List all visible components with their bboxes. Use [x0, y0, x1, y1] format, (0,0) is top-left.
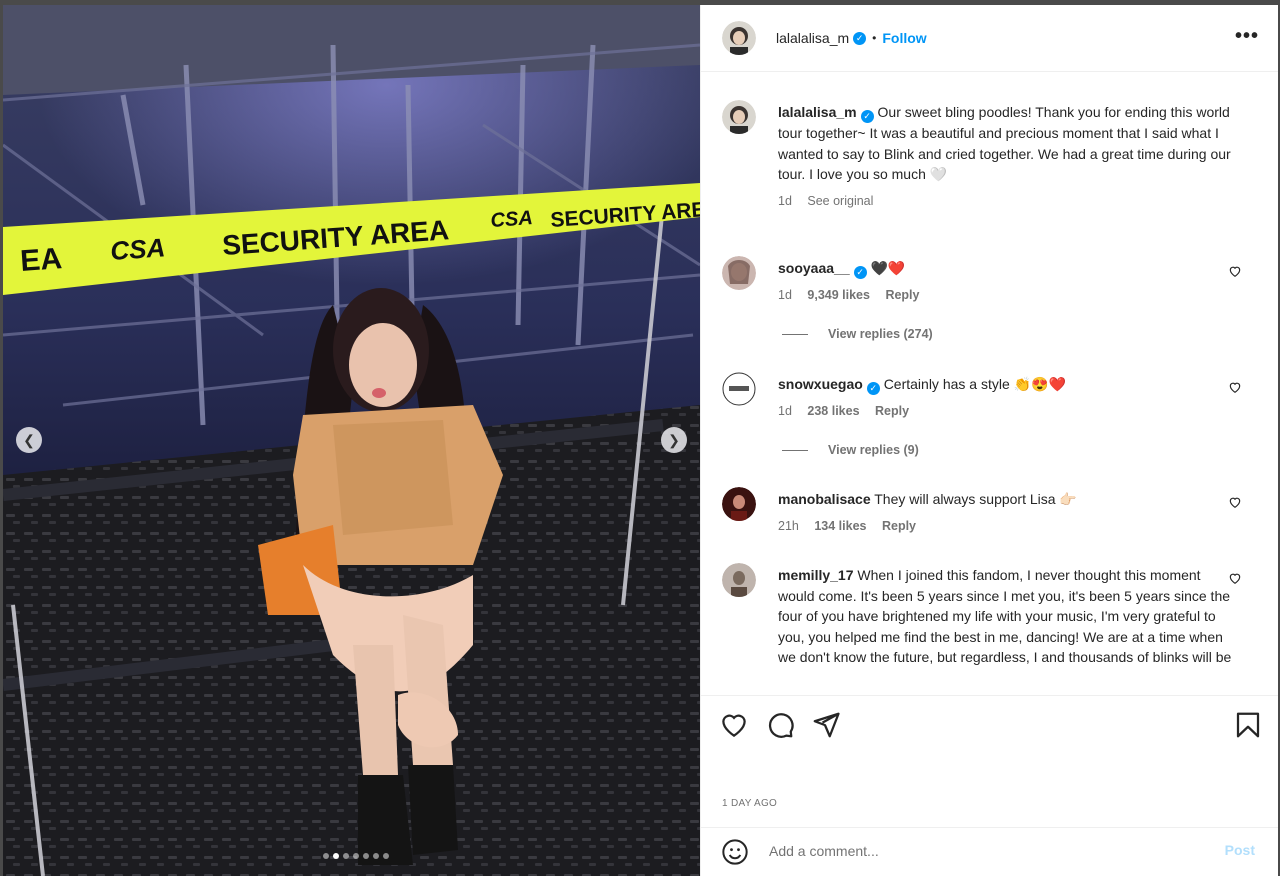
author-avatar[interactable]: [722, 21, 756, 55]
verified-badge-icon: ✓: [853, 31, 867, 45]
post-photo: EA CSA SECURITY AREA CSA SECURITY AREA ❮…: [3, 5, 700, 876]
header-separator: •: [872, 31, 877, 45]
carousel-dot: [363, 853, 369, 859]
chevron-left-icon: ❮: [23, 431, 35, 448]
commenter-avatar[interactable]: [722, 563, 756, 597]
share-icon[interactable]: [811, 710, 841, 740]
carousel-dot: [323, 853, 329, 859]
view-replies-button[interactable]: View replies (9): [782, 443, 919, 457]
comment-likes[interactable]: 238 likes: [807, 404, 859, 418]
comment-age: 1d: [778, 404, 792, 418]
see-original-link[interactable]: See original: [807, 194, 873, 208]
like-comment-icon[interactable]: [1228, 380, 1242, 394]
comment-meta: 1d 9,349 likes Reply: [778, 285, 1233, 306]
comment-age: 21h: [778, 518, 799, 533]
commenter-username[interactable]: memilly_17: [778, 567, 854, 583]
reply-button[interactable]: Reply: [885, 288, 919, 302]
carousel-dot: [353, 853, 359, 859]
replies-divider: [782, 449, 808, 451]
view-replies-label: View replies (274): [828, 327, 933, 341]
carousel-next-button[interactable]: ❯: [661, 427, 687, 453]
verified-badge-icon: ✓: [866, 382, 880, 395]
carousel-dot: [343, 853, 349, 859]
post-button[interactable]: Post: [1225, 842, 1255, 858]
follow-button[interactable]: Follow: [882, 30, 926, 46]
comment-icon[interactable]: [765, 710, 795, 740]
carousel-dot: [383, 853, 389, 859]
reply-button[interactable]: Reply: [882, 519, 916, 533]
post-actions: 1 DAY AGO: [701, 695, 1278, 809]
post-modal: EA CSA SECURITY AREA CSA SECURITY AREA ❮…: [3, 5, 1278, 876]
tape-brand-1: CSA: [109, 232, 166, 266]
more-options-icon[interactable]: •••: [1235, 25, 1259, 48]
comment-text: 🖤❤️: [870, 260, 906, 276]
commenter-username[interactable]: snowxuegao: [778, 376, 863, 392]
reply-button[interactable]: Reply: [875, 404, 909, 418]
caption-username[interactable]: lalalalisa_m: [778, 104, 857, 120]
replies-divider: [782, 333, 808, 335]
commenter-avatar[interactable]: [722, 487, 756, 521]
caption-age: 1d: [778, 193, 792, 208]
post-sidebar: lalalalisa_m ✓ • Follow ••• lalalalisa_m…: [700, 5, 1278, 876]
commenter-avatar[interactable]: [722, 256, 756, 290]
post-timestamp: 1 DAY AGO: [722, 798, 778, 809]
tape-fragment: EA: [19, 242, 63, 278]
comment-meta: 21h 134 likes Reply: [778, 516, 1233, 537]
comment-text: They will always support Lisa 👉🏻: [874, 491, 1077, 507]
comment-age: 1d: [778, 288, 792, 302]
verified-badge-icon: ✓: [853, 266, 867, 279]
commenter-avatar[interactable]: [722, 372, 756, 406]
tape-brand-2: CSA: [490, 207, 534, 232]
photo-scene: EA CSA SECURITY AREA CSA SECURITY AREA: [3, 5, 700, 876]
add-comment-bar: Post: [701, 827, 1278, 876]
emoji-icon[interactable]: [721, 838, 749, 866]
carousel-dots: [323, 853, 389, 859]
verified-badge-icon: ✓: [860, 110, 874, 123]
carousel-dot: [373, 853, 379, 859]
author-username[interactable]: lalalalisa_m: [776, 30, 849, 46]
caption-avatar[interactable]: [722, 100, 756, 134]
like-comment-icon[interactable]: [1228, 264, 1242, 278]
commenter-username[interactable]: manobalisace: [778, 491, 871, 507]
view-replies-button[interactable]: View replies (274): [782, 327, 933, 341]
comment-likes[interactable]: 9,349 likes: [807, 288, 870, 302]
carousel-prev-button[interactable]: ❮: [16, 427, 42, 453]
save-bookmark-icon[interactable]: [1233, 710, 1263, 740]
like-comment-icon[interactable]: [1228, 571, 1242, 585]
chevron-right-icon: ❯: [668, 431, 680, 448]
comment-input[interactable]: [767, 842, 1211, 860]
comment-text: Certainly has a style 👏😍❤️: [883, 376, 1066, 392]
like-comment-icon[interactable]: [1228, 495, 1242, 509]
post-header: lalalalisa_m ✓ • Follow •••: [701, 5, 1278, 72]
caption-meta: 1d See original: [778, 191, 1233, 212]
like-icon[interactable]: [719, 710, 749, 740]
view-replies-label: View replies (9): [828, 443, 919, 457]
comment-meta: 1d 238 likes Reply: [778, 401, 1233, 422]
carousel-dot: [333, 853, 339, 859]
commenter-username[interactable]: sooyaaa__: [778, 260, 850, 276]
comments-list[interactable]: lalalalisa_m ✓ Our sweet bling poodles! T…: [701, 72, 1278, 695]
comment-likes[interactable]: 134 likes: [814, 519, 866, 533]
